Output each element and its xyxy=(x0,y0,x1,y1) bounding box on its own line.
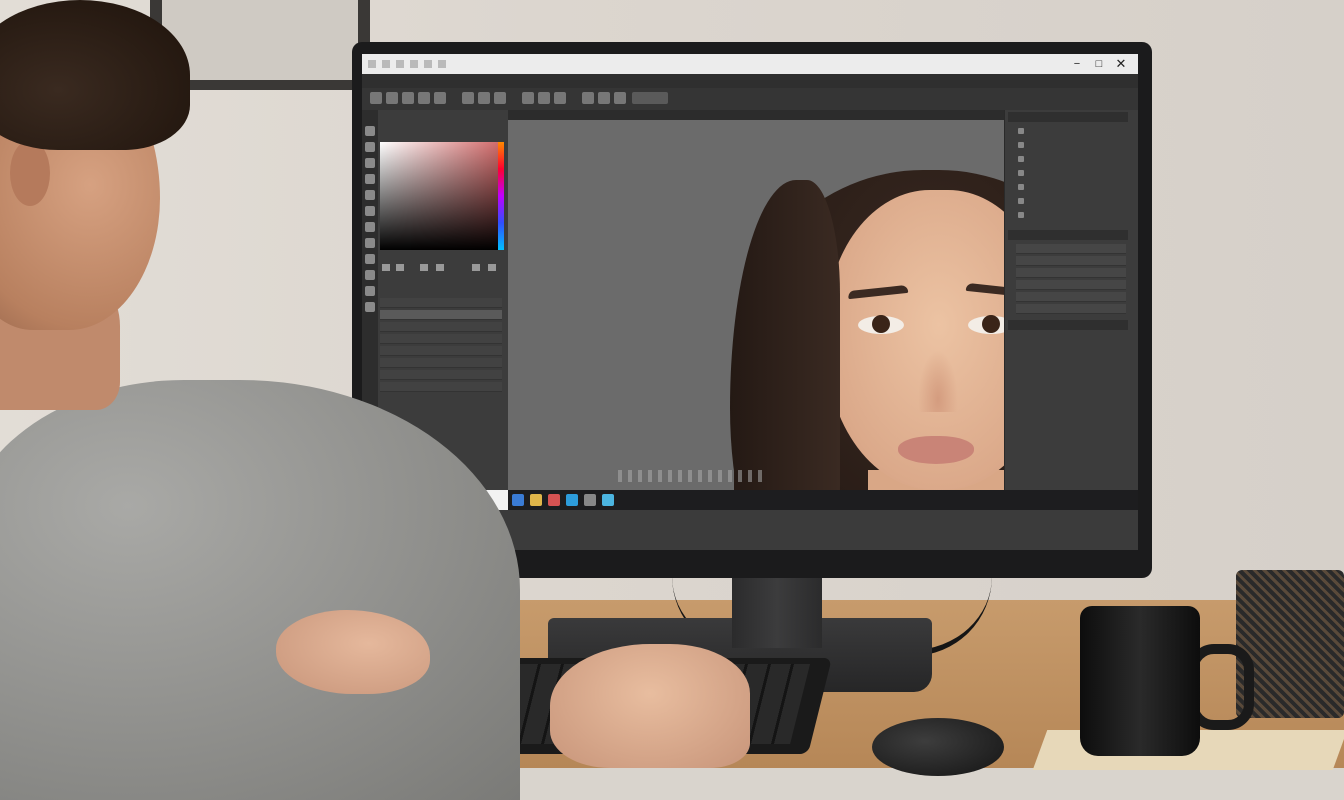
move-tool-icon[interactable] xyxy=(370,92,382,104)
lens-mug xyxy=(1080,606,1200,756)
layer-row[interactable] xyxy=(380,358,502,368)
portrait-hair-left xyxy=(730,180,840,500)
option-icon[interactable] xyxy=(478,92,490,104)
layer-row[interactable] xyxy=(380,382,502,392)
document-tab[interactable] xyxy=(508,110,1004,120)
option-icon[interactable] xyxy=(598,92,610,104)
tool-icon[interactable] xyxy=(365,158,375,168)
computer-mouse xyxy=(872,718,1004,776)
adjustment-row[interactable] xyxy=(1016,304,1126,314)
tool-icon[interactable] xyxy=(365,254,375,264)
tool-icon[interactable] xyxy=(365,190,375,200)
panel-item[interactable] xyxy=(1016,154,1126,164)
panel-item[interactable] xyxy=(1016,196,1126,206)
minimize-icon[interactable]: − xyxy=(1068,56,1086,72)
swatch-icon[interactable] xyxy=(472,264,480,271)
tool-icon[interactable] xyxy=(365,302,375,312)
wall-picture xyxy=(162,0,358,80)
hue-slider[interactable] xyxy=(498,142,504,250)
adjustment-row[interactable] xyxy=(1016,280,1126,290)
start-icon[interactable] xyxy=(512,494,524,506)
tool-icon[interactable] xyxy=(365,142,375,152)
tool-icon[interactable] xyxy=(365,222,375,232)
window-titlebar xyxy=(362,54,1138,74)
panel-item[interactable] xyxy=(1016,168,1126,178)
swatch-icon[interactable] xyxy=(420,264,428,271)
tool-icon[interactable] xyxy=(365,206,375,216)
portrait-nose xyxy=(918,350,958,412)
option-icon[interactable] xyxy=(522,92,534,104)
swatch-icon[interactable] xyxy=(396,264,404,271)
tool-icon[interactable] xyxy=(365,238,375,248)
option-icon[interactable] xyxy=(582,92,594,104)
person-hand-right xyxy=(550,644,750,768)
portrait-lips xyxy=(898,436,974,464)
panel-header[interactable] xyxy=(1008,230,1128,240)
browser-icon[interactable] xyxy=(548,494,560,506)
panel-header[interactable] xyxy=(1008,112,1128,122)
brush-tool-icon[interactable] xyxy=(434,92,446,104)
layer-row-selected[interactable] xyxy=(380,310,502,320)
crop-tool-icon[interactable] xyxy=(418,92,430,104)
option-icon[interactable] xyxy=(554,92,566,104)
maximize-icon[interactable]: □ xyxy=(1090,56,1108,72)
layer-row[interactable] xyxy=(380,346,502,356)
folder-icon[interactable] xyxy=(530,494,542,506)
panel-item[interactable] xyxy=(1016,140,1126,150)
menu-bar[interactable] xyxy=(362,74,1138,88)
person-ear xyxy=(10,140,50,206)
panel-item[interactable] xyxy=(1016,182,1126,192)
close-icon[interactable]: ✕ xyxy=(1112,56,1130,72)
option-icon[interactable] xyxy=(494,92,506,104)
marquee-tool-icon[interactable] xyxy=(386,92,398,104)
system-tray xyxy=(618,470,768,482)
option-icon[interactable] xyxy=(538,92,550,104)
adjustment-row[interactable] xyxy=(1016,244,1126,254)
option-icon[interactable] xyxy=(462,92,474,104)
editor-app-icon[interactable] xyxy=(566,494,578,506)
layer-row[interactable] xyxy=(380,370,502,380)
panel-header[interactable] xyxy=(1008,320,1128,330)
swatch-icon[interactable] xyxy=(488,264,496,271)
titlebar-menu-text xyxy=(368,60,448,68)
color-picker-field[interactable] xyxy=(380,142,498,250)
swatch-icon[interactable] xyxy=(382,264,390,271)
layer-row[interactable] xyxy=(380,334,502,344)
adjustment-row[interactable] xyxy=(1016,268,1126,278)
panel-item[interactable] xyxy=(1016,210,1126,220)
adjustment-row[interactable] xyxy=(1016,292,1126,302)
panel-item[interactable] xyxy=(1016,126,1126,136)
document-canvas[interactable] xyxy=(508,110,1004,500)
lasso-tool-icon[interactable] xyxy=(402,92,414,104)
tool-icon[interactable] xyxy=(365,174,375,184)
store-icon[interactable] xyxy=(602,494,614,506)
tool-icon[interactable] xyxy=(365,286,375,296)
adjustment-row[interactable] xyxy=(1016,256,1126,266)
tool-icon[interactable] xyxy=(365,270,375,280)
mail-icon[interactable] xyxy=(584,494,596,506)
option-field[interactable] xyxy=(632,92,668,104)
layer-row[interactable] xyxy=(380,298,502,308)
swatch-icon[interactable] xyxy=(436,264,444,271)
layer-row[interactable] xyxy=(380,322,502,332)
portrait-iris-right xyxy=(982,315,1000,333)
tool-icon[interactable] xyxy=(365,126,375,136)
portrait-iris-left xyxy=(872,315,890,333)
option-icon[interactable] xyxy=(614,92,626,104)
